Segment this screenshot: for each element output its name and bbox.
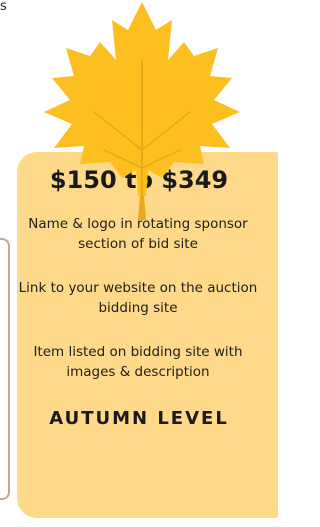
benefit-website-link: Link to your website on the auction bidd… (18, 280, 258, 316)
tier-level-name: AUTUMN LEVEL (49, 408, 229, 429)
adjacent-card-edge (0, 238, 10, 500)
benefit-item-listing: Item listed on bidding site with images … (33, 344, 243, 380)
sponsor-level-panel: s $150 to $349 Name & logo in rotating s… (0, 0, 278, 527)
cut-off-text-fragment: s (0, 0, 7, 14)
benefit-logo-rotation: Name & logo in rotating sponsor section … (28, 216, 248, 252)
maple-leaf-icon (44, 2, 240, 220)
